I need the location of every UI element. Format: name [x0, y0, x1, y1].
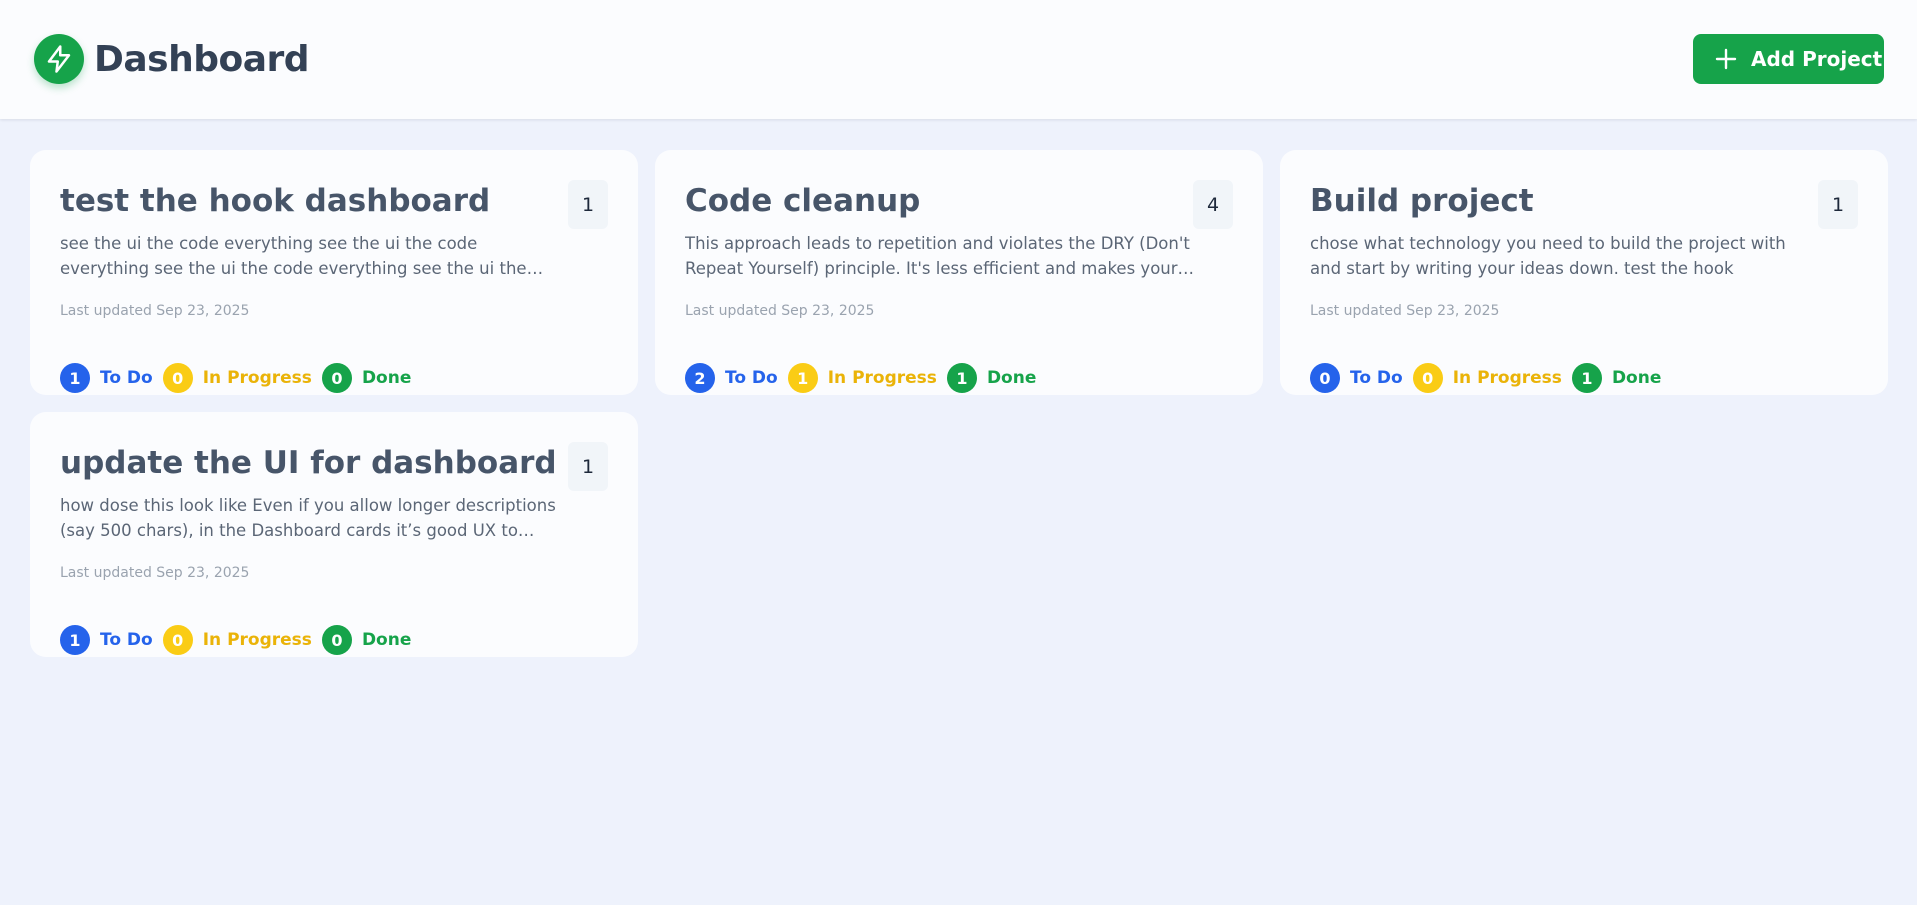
in-progress-count: 0 — [162, 363, 193, 393]
done-count: 0 — [321, 625, 352, 655]
todo-label: To Do — [725, 368, 778, 388]
in-progress-label: In Progress — [827, 368, 937, 388]
done-count: 1 — [1571, 363, 1602, 393]
in-progress-count: 0 — [162, 625, 193, 655]
in-progress-stat: 0 In Progress — [162, 625, 312, 655]
status-summary: 0 To Do 0 In Progress 1 Done — [1310, 363, 1671, 393]
todo-stat: 2 To Do — [685, 363, 778, 393]
project-card[interactable]: Build project 1 chose what technology yo… — [1280, 150, 1888, 395]
todo-label: To Do — [100, 630, 153, 650]
todo-stat: 1 To Do — [60, 625, 153, 655]
last-updated: Last updated Sep 23, 2025 — [60, 303, 250, 319]
done-stat: 0 Done — [321, 363, 412, 393]
done-stat: 1 Done — [1571, 363, 1662, 393]
project-card[interactable]: Code cleanup 4 This approach leads to re… — [655, 150, 1263, 395]
add-project-button[interactable]: Add Project — [1693, 34, 1884, 84]
todo-label: To Do — [100, 368, 153, 388]
in-progress-stat: 0 In Progress — [162, 363, 312, 393]
todo-count: 1 — [60, 363, 90, 393]
in-progress-count: 1 — [787, 363, 818, 393]
project-title: test the hook dashboard — [60, 183, 491, 219]
status-summary: 1 To Do 0 In Progress 0 Done — [60, 363, 421, 393]
lightning-bolt-icon — [34, 34, 84, 84]
project-card[interactable]: test the hook dashboard 1 see the ui the… — [30, 150, 638, 395]
project-description: how dose this look like Even if you allo… — [60, 496, 556, 540]
in-progress-stat: 0 In Progress — [1412, 363, 1562, 393]
last-updated: Last updated Sep 23, 2025 — [60, 565, 250, 581]
task-count-badge: 1 — [1818, 180, 1858, 229]
add-project-label: Add Project — [1751, 47, 1883, 71]
in-progress-label: In Progress — [1452, 368, 1562, 388]
todo-count: 0 — [1310, 363, 1340, 393]
done-label: Done — [986, 368, 1037, 388]
task-count-badge: 1 — [568, 180, 608, 229]
project-description: see the ui the code everything see the u… — [60, 234, 527, 278]
status-summary: 2 To Do 1 In Progress 1 Done — [685, 363, 1046, 393]
status-summary: 1 To Do 0 In Progress 0 Done — [60, 625, 421, 655]
project-description: This approach leads to repetition and vi… — [685, 234, 1190, 278]
last-updated: Last updated Sep 23, 2025 — [685, 303, 875, 319]
todo-label: To Do — [1350, 368, 1403, 388]
todo-count: 1 — [60, 625, 90, 655]
in-progress-label: In Progress — [202, 368, 312, 388]
project-description: chose what technology you need to build … — [1310, 234, 1786, 278]
done-stat: 0 Done — [321, 625, 412, 655]
page-title: Dashboard — [94, 38, 310, 80]
project-title: update the UI for dashboard — [60, 445, 557, 481]
done-count: 1 — [946, 363, 977, 393]
brand: Dashboard — [34, 34, 310, 84]
done-count: 0 — [321, 363, 352, 393]
in-progress-count: 0 — [1412, 363, 1443, 393]
project-title: Build project — [1310, 183, 1534, 219]
done-label: Done — [361, 630, 412, 650]
in-progress-label: In Progress — [202, 630, 312, 650]
in-progress-stat: 1 In Progress — [787, 363, 937, 393]
todo-stat: 1 To Do — [60, 363, 153, 393]
task-count-badge: 4 — [1193, 180, 1233, 229]
last-updated: Last updated Sep 23, 2025 — [1310, 303, 1500, 319]
done-stat: 1 Done — [946, 363, 1037, 393]
done-label: Done — [361, 368, 412, 388]
todo-stat: 0 To Do — [1310, 363, 1403, 393]
plus-icon — [1715, 48, 1737, 70]
top-bar: Dashboard Add Project — [0, 0, 1917, 119]
task-count-badge: 1 — [568, 442, 608, 491]
todo-count: 2 — [685, 363, 715, 393]
project-title: Code cleanup — [685, 183, 921, 219]
done-label: Done — [1611, 368, 1662, 388]
project-card[interactable]: update the UI for dashboard 1 how dose t… — [30, 412, 638, 657]
